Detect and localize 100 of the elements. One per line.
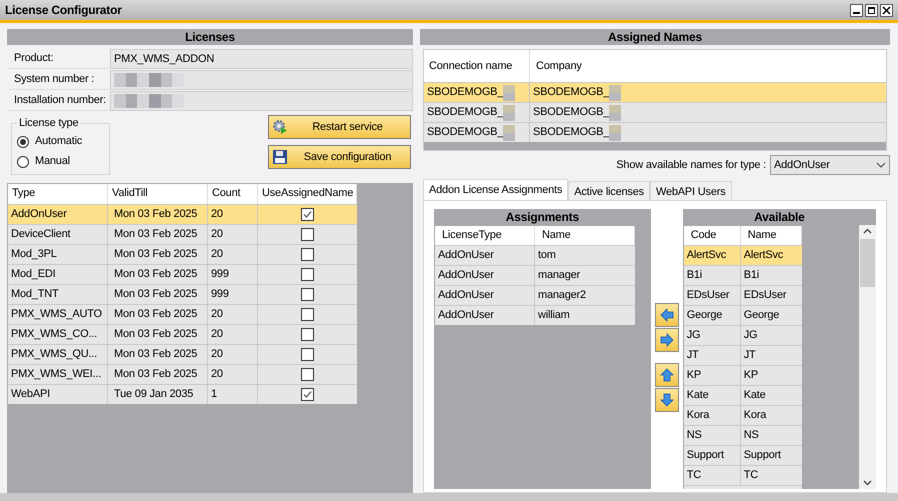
checkbox[interactable] — [301, 208, 314, 220]
table-cell-text: Kate — [742, 388, 767, 404]
scrollbar-thumb[interactable] — [860, 239, 875, 287]
table-cell-text: EDsUser — [742, 288, 788, 304]
column-header[interactable]: Company — [530, 50, 886, 82]
grid-row[interactable]: Kora Kora — [684, 405, 802, 425]
section-header: Assigned Names — [420, 29, 890, 45]
table-cell-text: NS — [742, 428, 760, 444]
tab[interactable]: Addon License Assignments — [423, 179, 568, 200]
radio-option[interactable]: Manual — [17, 152, 104, 172]
filter-label: Show available names for type : — [616, 158, 766, 173]
minimize-button[interactable] — [850, 4, 863, 16]
scrollbar[interactable] — [859, 225, 876, 489]
grid-row[interactable]: Mod_3PL Mon 03 Feb 2025 20 — [8, 244, 357, 264]
grid-row[interactable]: PMX_WMS_CO... Mon 03 Feb 2025 20 — [8, 324, 357, 344]
chevron-down-icon — [863, 480, 872, 486]
grid-row[interactable]: JT JT — [684, 345, 802, 365]
gear-icon — [272, 119, 288, 135]
table-cell-text: william — [537, 308, 571, 324]
table-cell: SBODEMOGB_ — [530, 83, 886, 102]
grid-row[interactable]: EDsUser EDsUser — [684, 285, 802, 305]
grid-row[interactable]: George George — [684, 305, 802, 325]
table-cell: AddOnUser — [435, 306, 535, 325]
move-button[interactable] — [654, 303, 679, 327]
grid-row[interactable]: JG JG — [684, 325, 802, 345]
window-title: License Configurator — [5, 2, 122, 19]
table-cell-text: George — [742, 308, 780, 324]
grid-row[interactable]: DeviceClient Mon 03 Feb 2025 20 — [8, 224, 357, 244]
maximize-button[interactable] — [865, 4, 878, 16]
grid-row[interactable]: SBODEMOGB_ SBODEMOGB_ — [424, 122, 886, 142]
chevron-down-icon — [876, 162, 886, 168]
type-dropdown[interactable]: AddOnUser — [770, 155, 890, 175]
blurred-text — [114, 73, 184, 87]
text-field[interactable] — [110, 91, 413, 111]
grid-row[interactable]: KP KP — [684, 365, 802, 385]
blurred-text — [503, 124, 516, 140]
tab[interactable]: WebAPI Users — [650, 181, 732, 200]
grid-row[interactable]: Mod_TNT Mon 03 Feb 2025 999 — [8, 284, 357, 304]
move-button[interactable] — [654, 328, 679, 352]
blurred-text — [609, 104, 622, 120]
table-cell: SBODEMOGB_ — [424, 123, 530, 142]
checkbox[interactable] — [301, 308, 314, 320]
grid-row[interactable]: AddOnUser Mon 03 Feb 2025 20 — [8, 204, 357, 224]
table-cell-text: Support — [742, 448, 782, 464]
table-cell-text: KP — [742, 368, 759, 384]
arrow-left-icon — [658, 307, 675, 323]
grid-row[interactable]: B1i B1i — [684, 265, 802, 285]
blurred-text — [503, 104, 516, 120]
grid-row[interactable]: NS NS — [684, 425, 802, 445]
grid-row[interactable]: SBODEMOGB_ SBODEMOGB_ — [424, 102, 886, 122]
grid-row[interactable]: SBODEMOGB_ SBODEMOGB_ — [424, 82, 886, 102]
grid-row[interactable]: WebAPI Tue 09 Jan 2035 1 — [8, 384, 357, 404]
checkbox[interactable] — [301, 368, 314, 380]
table-cell-text: AlertSvc — [742, 248, 784, 264]
table-cell-text: manager — [537, 268, 582, 284]
text-field[interactable]: PMX_WMS_ADDON — [110, 49, 413, 69]
grid-row[interactable]: Support Support — [684, 445, 802, 465]
grid-row[interactable]: Kate Kate — [684, 385, 802, 405]
move-button[interactable] — [654, 363, 679, 387]
chevron-up-icon — [863, 228, 872, 234]
table-cell-text: JG — [742, 328, 758, 344]
table-cell-text: JT — [742, 348, 757, 364]
action-button[interactable]: Save configuration — [268, 145, 411, 169]
blurred-text — [609, 124, 622, 140]
tab[interactable]: Active licenses — [568, 181, 650, 200]
checkbox[interactable] — [301, 228, 314, 240]
table-cell: SBODEMOGB_ — [530, 123, 886, 142]
grid-row[interactable]: PMX_WMS_AUTO Mon 03 Feb 2025 20 — [8, 304, 357, 324]
blurred-text — [609, 84, 622, 100]
grid-row[interactable]: AlertSvc AlertSvc — [684, 245, 802, 265]
table-cell-text: tom — [537, 248, 557, 264]
checkbox[interactable] — [301, 288, 314, 300]
arrow-right-icon — [658, 332, 675, 348]
table-cell-text: Kora — [742, 408, 768, 424]
section-header: Licenses — [7, 29, 413, 45]
radio-button[interactable] — [17, 136, 29, 148]
table-cell: 1 — [208, 384, 258, 404]
checkbox[interactable] — [301, 388, 314, 400]
close-button[interactable] — [880, 4, 893, 16]
checkbox[interactable] — [301, 248, 314, 260]
text-field[interactable] — [110, 70, 413, 90]
table-cell-text: TC — [742, 468, 759, 484]
grid-row[interactable]: TC TC — [684, 465, 802, 485]
group-title: License type — [18, 116, 80, 131]
radio-option[interactable]: Automatic — [17, 132, 104, 152]
radio-button[interactable] — [17, 156, 29, 168]
arrow-down-icon — [658, 392, 675, 408]
grid-row[interactable]: Mod_EDI Mon 03 Feb 2025 999 — [8, 264, 357, 284]
grid-row[interactable]: PMX_WMS_WEI... Mon 03 Feb 2025 20 — [8, 364, 357, 384]
arrow-up-icon — [658, 367, 675, 383]
action-button[interactable]: Restart service — [268, 115, 411, 139]
checkbox[interactable] — [301, 348, 314, 360]
table-cell: SBODEMOGB_ — [530, 103, 886, 122]
move-button[interactable] — [654, 388, 679, 412]
checkbox[interactable] — [301, 328, 314, 340]
blurred-text — [503, 84, 516, 100]
table-cell-text: B1i — [742, 268, 760, 284]
checkbox[interactable] — [301, 268, 314, 280]
grid-row[interactable]: PMX_WMS_QU... Mon 03 Feb 2025 20 — [8, 344, 357, 364]
table-cell-text: manager2 — [537, 288, 587, 304]
